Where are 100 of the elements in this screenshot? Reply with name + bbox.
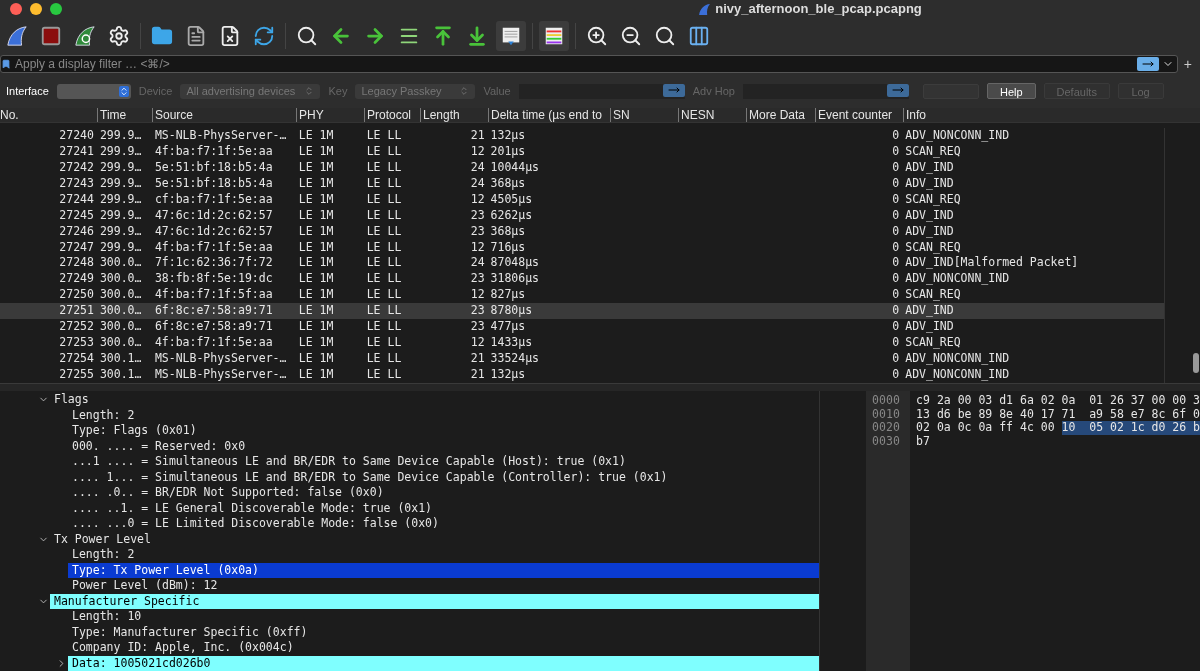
table-cell: LE LL [366, 159, 402, 177]
tree-item[interactable]: .... ...0 = LE Limited Discoverable Mode: false (0x0) [68, 516, 443, 532]
table-cell: LE 1M [298, 127, 334, 145]
tree-item[interactable]: Manufacturer Specific [50, 593, 820, 609]
table-cell: LE LL [366, 143, 402, 161]
shark-fin-icon [6, 25, 28, 47]
column-header[interactable]: NESN [678, 108, 746, 122]
table-cell-text: 27244 [59, 190, 94, 208]
column-header[interactable]: No. [0, 108, 97, 122]
dropdown-icon [304, 86, 315, 96]
table-cell-text: 6262µs [490, 206, 533, 224]
tree-item[interactable]: ...1 .... = Simultaneous LE and BR/EDR to Same Device Capable (Host): true (0x1) [68, 454, 630, 470]
highlighted-bytes: 10 05 02 1c d0 26 b [1061, 421, 1200, 435]
tree-item[interactable]: Length: 10 [68, 609, 146, 625]
tree-item[interactable]: Type: Manufacturer Specific (0xff) [68, 624, 312, 640]
table-cell: 299.9… [99, 238, 142, 256]
tree-item[interactable]: Company ID: Apple, Inc. (0x004c) [68, 640, 298, 656]
table-cell: MS-NLB-PhysServer-… [154, 127, 287, 145]
close-window-button[interactable] [10, 3, 22, 15]
table-cell: 0 [892, 238, 900, 256]
table-cell-text: SCAN_REQ [905, 190, 961, 208]
adv-hop-field[interactable] [742, 83, 909, 99]
tree-item[interactable]: 000. .... = Reserved: 0x0 [68, 438, 250, 454]
column-header[interactable]: PHY [296, 108, 364, 122]
packet-row[interactable]: 27241 299.9… 4f:ba:f7:1f:5e:aa LE 1M LE LL 12 201µs 0 SCAN_REQ [0, 143, 1164, 160]
packet-row[interactable]: 27240 299.9… MS-NLB-PhysServer-… LE 1M LE LL 21 132µs 0 ADV_NONCONN_IND [0, 128, 1164, 144]
bookmark-icon[interactable] [1, 57, 11, 71]
column-header[interactable]: Length [420, 108, 488, 122]
tree-item[interactable]: Flags [50, 392, 93, 408]
table-cell-text: 0 [892, 349, 900, 367]
interface-label: Interface [6, 83, 49, 99]
zoom-window-button[interactable] [50, 3, 62, 15]
packet-row[interactable]: 27243 299.9… 5e:51:bf:18:b5:4a LE 1M LE LL 24 368µs 0 ADV_IND [0, 175, 1164, 192]
toolbar-button[interactable] [496, 21, 526, 51]
scrollbar[interactable] [1164, 128, 1200, 383]
table-cell: 4f:ba:f7:1f:5e:aa [154, 143, 273, 161]
apply-button[interactable] [662, 83, 685, 97]
offset-label: 0000 [872, 394, 901, 408]
table-cell: 0 [892, 286, 900, 304]
toolbar-button[interactable] [539, 21, 569, 51]
offset-label: 0030 [872, 434, 901, 448]
tree-item[interactable]: .... ..1. = LE General Discoverable Mode: true (0x1) [68, 500, 437, 516]
tree-item[interactable]: Data: 1005021cd026b0 [68, 655, 820, 671]
forward-arrow-icon [364, 25, 386, 47]
column-header[interactable]: More Data [746, 108, 815, 122]
table-cell: 201µs [490, 143, 526, 161]
packet-row[interactable]: 27249 300.0… 38:fb:8f:5e:19:dc LE 1M LE LL 23 31806µs 0 ADV_NONCONN_IND [0, 271, 1164, 287]
interface-dropdown[interactable] [56, 83, 131, 99]
packet-row[interactable]: 27252 300.0… 6f:8c:e7:58:a9:71 LE 1M LE LL 23 477µs 0 ADV_IND [0, 318, 1164, 335]
tree-item[interactable]: Length: 2 [68, 407, 139, 423]
column-header[interactable]: Time [97, 108, 152, 122]
tree-item[interactable]: Length: 2 [68, 547, 139, 563]
add-filter-button[interactable]: + [1183, 53, 1192, 75]
column-header[interactable]: Protocol [364, 108, 420, 122]
packet-row[interactable]: 27247 299.9… 4f:ba:f7:1f:5e:aa LE 1M LE LL 12 716µs 0 SCAN_REQ [0, 239, 1164, 256]
table-cell-text: ADV_IND [905, 175, 954, 192]
tree-item[interactable]: Tx Power Level [50, 531, 155, 547]
column-header[interactable]: Info [903, 108, 1165, 122]
table-cell: 0 [892, 159, 900, 177]
table-cell: 827µs [490, 286, 526, 304]
table-cell-text: MS-NLB-PhysServer-… [154, 349, 287, 367]
packet-row[interactable]: 27255 300.1… MS-NLB-PhysServer-… LE 1M LE LL 21 132µs 0 ADV_NONCONN_IND [0, 366, 1164, 383]
table-cell: 47:6c:1d:2c:62:57 [154, 222, 273, 240]
table-cell: LE 1M [298, 302, 334, 320]
table-cell-text: ADV_IND [905, 318, 954, 335]
packet-row[interactable]: 27253 300.0… 4f:ba:f7:1f:5e:aa LE 1M LE LL 12 1433µs 0 SCAN_REQ [0, 334, 1164, 351]
packet-row[interactable]: 27250 300.0… 4f:ba:f7:1f:5f:aa LE 1M LE LL 12 827µs 0 SCAN_REQ [0, 286, 1164, 303]
offset-label: 0010 [872, 407, 901, 421]
packet-row[interactable]: 27242 299.9… 5e:51:bf:18:b5:4a LE 1M LE LL 24 10044µs 0 ADV_IND [0, 159, 1164, 176]
value-field[interactable] [518, 83, 685, 99]
column-header[interactable]: Delta time (µs end to [488, 108, 610, 122]
table-cell: LE 1M [298, 222, 334, 240]
packet-row[interactable]: 27251 300.0… 6f:8c:e7:58:a9:71 LE 1M LE LL 23 8780µs 0 ADV_IND [0, 302, 1164, 319]
packet-row[interactable]: 27244 299.9… cf:ba:f7:1f:5e:aa LE 1M LE LL 12 4505µs 0 SCAN_REQ [0, 191, 1164, 208]
table-cell: 300.0… [99, 270, 142, 288]
tree-item[interactable]: Power Level (dBm): 12 [68, 578, 222, 594]
tree-item[interactable]: .... 1... = Simultaneous LE and BR/EDR to Same Device Capable (Controller): true (0x1) [68, 469, 672, 485]
table-cell-text: 300.0… [99, 333, 142, 351]
dialog-button[interactable]: Help [986, 83, 1036, 99]
packet-row[interactable]: 27245 299.9… 47:6c:1d:2c:62:57 LE 1M LE LL 23 6262µs 0 ADV_IND [0, 207, 1164, 224]
table-cell: LE LL [366, 127, 402, 145]
zoom-in-icon [586, 25, 608, 47]
tree-item[interactable]: Type: Tx Power Level (0x0a) [68, 562, 820, 578]
column-header[interactable]: Source [152, 108, 296, 122]
table-cell-text: 33524µs [490, 349, 540, 367]
table-cell-text: ADV_NONCONN_IND [905, 349, 1010, 367]
tree-item[interactable]: Type: Flags (0x01) [68, 423, 201, 439]
column-header[interactable]: Event counter [815, 108, 903, 122]
table-cell: 23 [470, 222, 485, 240]
table-cell-text: 27245 [59, 206, 94, 224]
column-header[interactable]: SN [610, 108, 678, 122]
apply-filter-button[interactable] [1136, 57, 1159, 71]
stop-icon [40, 25, 62, 47]
table-cell: MS-NLB-PhysServer-… [154, 365, 287, 383]
packet-row[interactable]: 27254 300.1… MS-NLB-PhysServer-… LE 1M LE LL 21 33524µs 0 ADV_NONCONN_IND [0, 350, 1164, 367]
minimize-window-button[interactable] [30, 3, 42, 15]
packet-row[interactable]: 27246 299.9… 47:6c:1d:2c:62:57 LE 1M LE LL 23 368µs 0 ADV_IND [0, 223, 1164, 240]
apply-button[interactable] [886, 83, 909, 97]
packet-row[interactable]: 27248 300.0… 7f:1c:62:36:7f:72 LE 1M LE LL 24 87048µs 0 ADV_IND[Malformed Packet] [0, 255, 1164, 271]
tree-item[interactable]: .... .0.. = BR/EDR Not Supported: false (0x0) [68, 485, 388, 501]
